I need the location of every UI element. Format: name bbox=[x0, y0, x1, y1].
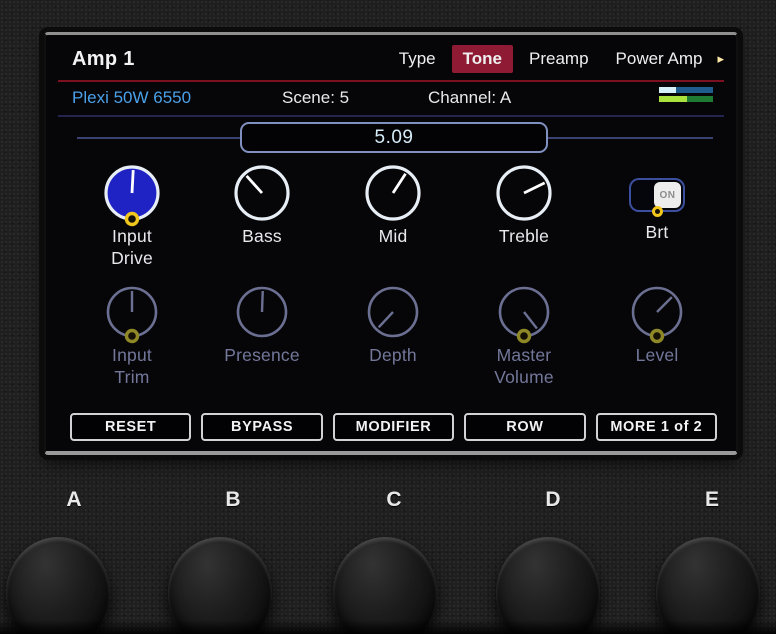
input-drive-label: InputDrive bbox=[111, 225, 153, 269]
level-modifier-indicator bbox=[652, 331, 663, 342]
lcd-screen: Amp 1 TypeTonePreampPower Amp ▸ Plexi 50… bbox=[44, 32, 738, 455]
master-volume-control[interactable]: MasterVolume bbox=[459, 281, 589, 388]
hw-knob-label-c: C bbox=[372, 488, 416, 512]
status-row: Plexi 50W 6550 Scene: 5 Channel: A bbox=[46, 86, 736, 112]
master-volume-modifier-indicator bbox=[519, 331, 530, 342]
brt-label: Brt bbox=[646, 221, 669, 243]
bass-control[interactable]: Bass bbox=[197, 162, 327, 247]
parameter-value: 5.09 bbox=[375, 127, 414, 149]
input-drive-modifier-indicator bbox=[127, 214, 138, 225]
tab-tone[interactable]: Tone bbox=[452, 45, 513, 73]
input-trim-control[interactable]: InputTrim bbox=[67, 281, 197, 388]
presence-label-line: Presence bbox=[224, 344, 300, 366]
hw-knob-label-e: E bbox=[690, 488, 734, 512]
more-button[interactable]: MORE 1 of 2 bbox=[596, 413, 717, 441]
bass-knob-icon[interactable] bbox=[227, 162, 297, 232]
mid-label-line: Mid bbox=[379, 225, 408, 247]
depth-knob-icon[interactable] bbox=[358, 281, 428, 351]
channel-indicator: Channel: A bbox=[428, 88, 511, 108]
parameter-value-display[interactable]: 5.09 bbox=[240, 122, 548, 153]
tab-bar: TypeTonePreampPower Amp bbox=[388, 45, 714, 73]
depth-control[interactable]: Depth bbox=[328, 281, 458, 366]
amp-model-name: Plexi 50W 6550 bbox=[72, 88, 191, 108]
input-trim-label-line: Input bbox=[112, 344, 152, 366]
treble-label-line: Treble bbox=[499, 225, 549, 247]
mid-label: Mid bbox=[379, 225, 408, 247]
reset-button[interactable]: RESET bbox=[70, 413, 191, 441]
scene-indicator: Scene: 5 bbox=[282, 88, 349, 108]
input-drive-label-line: Drive bbox=[111, 247, 153, 269]
hw-knob-a[interactable] bbox=[6, 537, 110, 634]
hw-knob-d[interactable] bbox=[496, 537, 600, 634]
hw-knob-label-a: A bbox=[52, 488, 96, 512]
brt-label-line: Brt bbox=[646, 221, 669, 243]
softkey-button-row: RESET BYPASS MODIFIER ROW MORE 1 of 2 bbox=[70, 413, 717, 441]
level-control[interactable]: Level bbox=[592, 281, 722, 366]
row-button[interactable]: ROW bbox=[464, 413, 585, 441]
master-volume-label: MasterVolume bbox=[494, 344, 554, 388]
screen-header: Amp 1 TypeTonePreampPower Amp ▸ bbox=[72, 45, 724, 73]
header-separator bbox=[58, 80, 724, 82]
tab-preamp[interactable]: Preamp bbox=[518, 45, 600, 73]
modifier-button[interactable]: MODIFIER bbox=[333, 413, 454, 441]
treble-label: Treble bbox=[499, 225, 549, 247]
master-volume-label-line: Volume bbox=[494, 366, 554, 388]
input-trim-modifier-indicator bbox=[127, 331, 138, 342]
level-label-line: Level bbox=[636, 344, 679, 366]
hw-knob-b[interactable] bbox=[168, 537, 272, 634]
device-front-panel: Amp 1 TypeTonePreampPower Amp ▸ Plexi 50… bbox=[0, 0, 776, 634]
mid-knob-icon[interactable] bbox=[358, 162, 428, 232]
input-drive-label-line: Input bbox=[111, 225, 153, 247]
mid-control[interactable]: Mid bbox=[328, 162, 458, 247]
tab-power-amp[interactable]: Power Amp bbox=[605, 45, 714, 73]
presence-knob-icon[interactable] bbox=[227, 281, 297, 351]
level-knob-icon[interactable] bbox=[622, 281, 692, 351]
level-label: Level bbox=[636, 344, 679, 366]
brt-toggle[interactable]: ON bbox=[629, 178, 685, 212]
depth-label: Depth bbox=[369, 344, 417, 366]
tab-type[interactable]: Type bbox=[388, 45, 447, 73]
hw-knob-c[interactable] bbox=[333, 537, 437, 634]
input-drive-knob-icon[interactable] bbox=[97, 162, 167, 232]
input-trim-knob-icon[interactable] bbox=[97, 281, 167, 351]
input-trim-label-line: Trim bbox=[112, 366, 152, 388]
treble-control[interactable]: Treble bbox=[459, 162, 589, 247]
input-drive-control[interactable]: InputDrive bbox=[67, 162, 197, 269]
hw-knob-label-d: D bbox=[531, 488, 575, 512]
status-separator bbox=[58, 115, 724, 117]
treble-knob-icon[interactable] bbox=[489, 162, 559, 232]
hw-knob-e[interactable] bbox=[656, 537, 760, 634]
meter-bar-2 bbox=[659, 96, 713, 102]
presence-control[interactable]: Presence bbox=[197, 281, 327, 366]
master-volume-label-line: Master bbox=[494, 344, 554, 366]
master-volume-knob-icon[interactable] bbox=[489, 281, 559, 351]
level-meters bbox=[659, 87, 713, 105]
bass-label-line: Bass bbox=[242, 225, 282, 247]
input-trim-label: InputTrim bbox=[112, 344, 152, 388]
brt-modifier-indicator bbox=[652, 206, 663, 217]
presence-label: Presence bbox=[224, 344, 300, 366]
meter-bar-1 bbox=[659, 87, 713, 93]
brt-control[interactable]: ON Brt bbox=[592, 162, 722, 243]
block-title: Amp 1 bbox=[72, 48, 135, 71]
brt-toggle-state: ON bbox=[654, 182, 681, 208]
hw-knob-label-b: B bbox=[211, 488, 255, 512]
bass-label: Bass bbox=[242, 225, 282, 247]
depth-label-line: Depth bbox=[369, 344, 417, 366]
more-tabs-arrow-icon[interactable]: ▸ bbox=[717, 51, 724, 67]
bypass-button[interactable]: BYPASS bbox=[201, 413, 322, 441]
